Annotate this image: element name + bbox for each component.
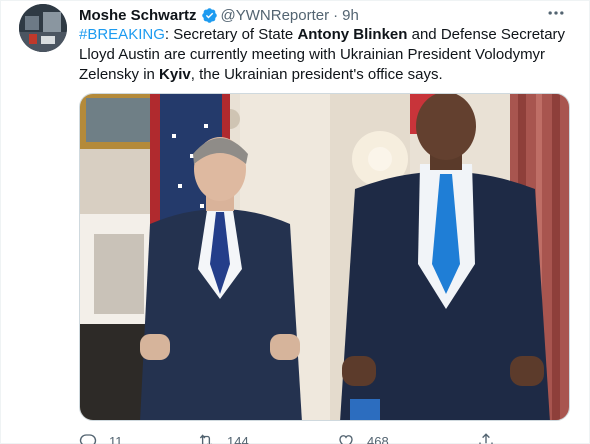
tweet-header: Moshe Schwartz @YWNReporter · 9h <box>79 5 359 25</box>
like-button[interactable]: 468 <box>337 431 477 444</box>
retweet-icon <box>199 434 212 444</box>
share-button[interactable] <box>477 431 537 444</box>
tweet-text: #BREAKING: Secretary of State Antony Bli… <box>79 25 574 85</box>
heart-icon <box>339 435 353 444</box>
author-name[interactable]: Moshe Schwartz <box>79 7 197 24</box>
reply-button[interactable]: 11 <box>79 431 197 444</box>
avatar[interactable] <box>19 4 67 52</box>
reply-count: 11 <box>109 433 123 444</box>
tweet-card[interactable]: Moshe Schwartz @YWNReporter · 9h #BREAKI… <box>0 0 590 444</box>
like-count: 468 <box>367 433 389 444</box>
bold-name: Antony Blinken <box>297 26 408 43</box>
tweet-text-part: , the Ukrainian president's office says. <box>190 66 443 83</box>
share-icon <box>479 433 493 444</box>
action-bar: 11 144 468 <box>79 431 559 444</box>
bold-place: Kyiv <box>159 66 191 83</box>
tweet-time[interactable]: 9h <box>342 7 359 24</box>
tweet-text-part: : Secretary of State <box>164 26 298 43</box>
more-icon[interactable] <box>543 3 569 23</box>
hashtag-link[interactable]: #BREAKING <box>79 26 165 43</box>
retweet-button[interactable]: 144 <box>197 431 337 444</box>
author-handle[interactable]: @YWNReporter <box>221 7 330 24</box>
separator-dot: · <box>333 6 339 24</box>
reply-icon <box>79 434 97 444</box>
verified-badge-icon <box>201 7 218 24</box>
tweet-photo[interactable] <box>79 93 570 421</box>
retweet-count: 144 <box>227 433 249 444</box>
